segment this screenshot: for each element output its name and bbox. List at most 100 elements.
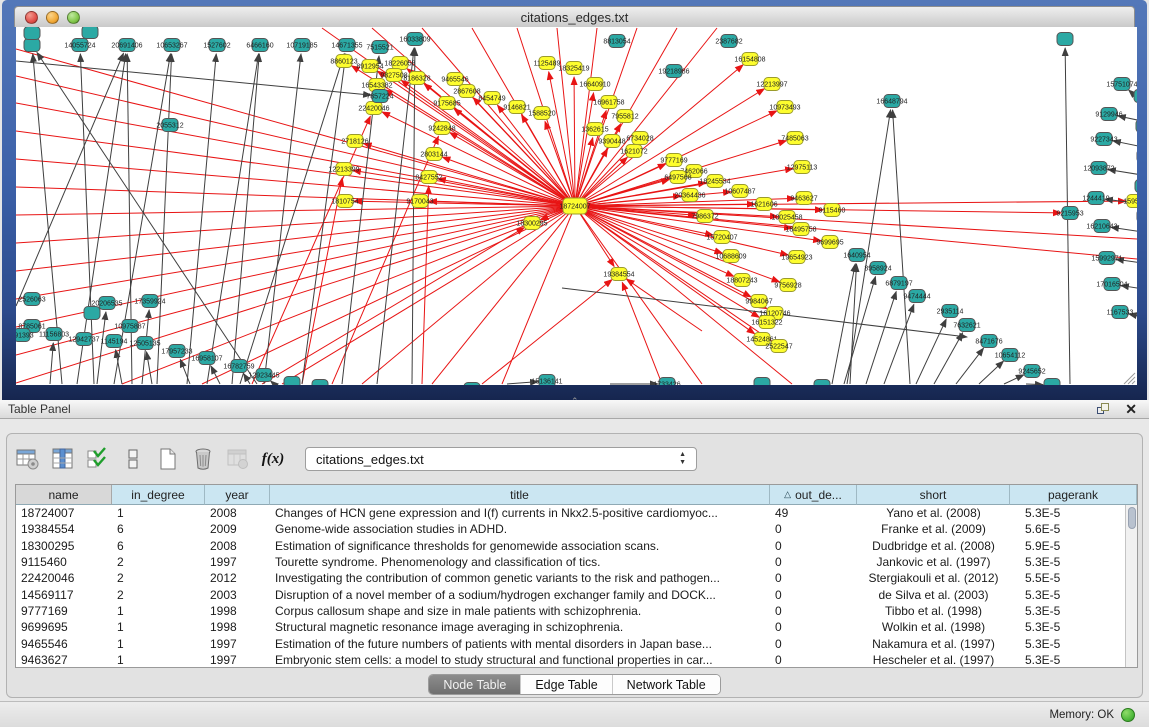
cell-name[interactable]: 9465546 xyxy=(16,635,112,651)
cell-short[interactable]: Hescheler et al. (1997) xyxy=(857,652,1010,667)
citation-edge-red[interactable] xyxy=(482,280,612,384)
cell-out_degree[interactable]: 0 xyxy=(770,554,857,570)
show-column-button[interactable] xyxy=(50,446,76,472)
cell-pagerank[interactable]: 5.3E-5 xyxy=(1010,619,1125,635)
column-header-short[interactable]: short xyxy=(857,485,1010,505)
cell-out_degree[interactable]: 0 xyxy=(770,521,857,537)
citation-edge-black[interactable] xyxy=(847,110,891,384)
cell-out_degree[interactable]: 0 xyxy=(770,538,857,554)
cell-year[interactable]: 2008 xyxy=(205,538,270,554)
cell-year[interactable]: 2012 xyxy=(205,570,270,586)
cell-in_degree[interactable]: 1 xyxy=(112,505,205,521)
cell-pagerank[interactable]: 5.5E-5 xyxy=(1010,570,1125,586)
cell-title[interactable]: Disruption of a novel member of a sodium… xyxy=(270,586,770,602)
column-header-name[interactable]: name xyxy=(16,485,112,505)
cell-out_degree[interactable]: 0 xyxy=(770,603,857,619)
citation-edge-black[interactable] xyxy=(866,292,896,384)
cell-title[interactable]: Investigating the contribution of common… xyxy=(270,570,770,586)
citation-edge-red[interactable] xyxy=(16,206,575,383)
citation-edge-black[interactable] xyxy=(207,54,259,384)
cell-pagerank[interactable]: 5.3E-5 xyxy=(1010,603,1125,619)
cell-year[interactable]: 2009 xyxy=(205,521,270,537)
function-builder-button[interactable]: f(x) xyxy=(260,446,286,472)
cell-out_degree[interactable]: 0 xyxy=(770,652,857,667)
citing-node[interactable] xyxy=(84,307,100,320)
delete-table-button[interactable] xyxy=(190,446,216,472)
table-selector-dropdown[interactable]: citations_edges.txt ▲▼ xyxy=(305,447,697,471)
column-header-title[interactable]: title xyxy=(270,485,770,505)
citation-edge-black[interactable] xyxy=(16,61,371,95)
cell-pagerank[interactable]: 5.3E-5 xyxy=(1010,505,1125,521)
citation-edge-red[interactable] xyxy=(450,133,575,206)
citation-edge-black[interactable] xyxy=(412,48,415,384)
cell-out_degree[interactable]: 0 xyxy=(770,570,857,586)
cell-year[interactable]: 1997 xyxy=(205,652,270,667)
table-row[interactable]: 1830029562008Estimation of significance … xyxy=(16,538,1125,554)
citing-node[interactable] xyxy=(1057,33,1073,46)
cell-short[interactable]: Tibbo et al. (1998) xyxy=(857,603,1010,619)
citation-edge-red[interactable] xyxy=(575,28,717,206)
cell-out_degree[interactable]: 0 xyxy=(770,586,857,602)
citation-edge-black[interactable] xyxy=(916,319,946,384)
cell-out_degree[interactable]: 49 xyxy=(770,505,857,521)
table-row[interactable]: 911546021997Tourette syndrome. Phenomeno… xyxy=(16,554,1125,570)
citation-edge-black[interactable] xyxy=(832,264,855,384)
cell-year[interactable]: 1997 xyxy=(205,635,270,651)
citation-edge-red[interactable] xyxy=(353,170,575,206)
cell-name[interactable]: 18300295 xyxy=(16,538,112,554)
cell-short[interactable]: Stergiakouli et al. (2012) xyxy=(857,570,1010,586)
citation-edge-red[interactable] xyxy=(302,178,342,384)
cell-title[interactable]: Changes of HCN gene expression and I(f) … xyxy=(270,505,770,521)
citation-edge-red[interactable] xyxy=(575,206,1137,239)
cell-year[interactable]: 1998 xyxy=(205,619,270,635)
tab-node-table[interactable]: Node Table xyxy=(429,675,521,694)
citing-node[interactable] xyxy=(1135,180,1137,193)
column-header-in_degree[interactable]: in_degree xyxy=(112,485,205,505)
cell-title[interactable]: Corpus callosum shape and size in male p… xyxy=(270,603,770,619)
citing-node[interactable] xyxy=(754,378,770,386)
table-row[interactable]: 969969511998Structural magnetic resonanc… xyxy=(16,619,1125,635)
citation-edge-black[interactable] xyxy=(979,361,1003,384)
column-header-pagerank[interactable]: pagerank xyxy=(1010,485,1137,505)
citation-edge-red[interactable] xyxy=(282,206,575,384)
cell-in_degree[interactable]: 1 xyxy=(112,619,205,635)
citing-node[interactable] xyxy=(1044,379,1060,386)
tab-edge-table[interactable]: Edge Table xyxy=(521,675,612,694)
citation-edge-red[interactable] xyxy=(575,206,788,255)
citation-edge-red[interactable] xyxy=(502,206,575,384)
citation-edge-black[interactable] xyxy=(114,54,170,384)
cell-name[interactable]: 22420046 xyxy=(16,570,112,586)
citation-edge-black[interactable] xyxy=(127,54,132,384)
cell-name[interactable]: 18724007 xyxy=(16,505,112,521)
cell-year[interactable]: 1997 xyxy=(205,554,270,570)
cell-in_degree[interactable]: 2 xyxy=(112,554,205,570)
citation-edge-black[interactable] xyxy=(934,333,963,384)
citation-edge-black[interactable] xyxy=(97,312,106,384)
table-panel-titlebar[interactable]: Table Panel ⌃ ✕ xyxy=(0,400,1149,419)
cell-in_degree[interactable]: 2 xyxy=(112,586,205,602)
cell-name[interactable]: 9699695 xyxy=(16,619,112,635)
cell-in_degree[interactable]: 1 xyxy=(112,635,205,651)
citing-node[interactable] xyxy=(24,27,40,40)
citation-edge-red[interactable] xyxy=(202,206,575,384)
cell-year[interactable]: 2003 xyxy=(205,586,270,602)
cell-short[interactable]: Yano et al. (2008) xyxy=(857,505,1010,521)
table-row[interactable]: 1938455462009Genome-wide association stu… xyxy=(16,521,1125,537)
cell-title[interactable]: Estimation of the future numbers of pati… xyxy=(270,635,770,651)
table-settings-button[interactable] xyxy=(15,446,41,472)
citation-edge-black[interactable] xyxy=(211,366,220,384)
cell-in_degree[interactable]: 1 xyxy=(112,652,205,667)
cell-pagerank[interactable]: 5.3E-5 xyxy=(1010,586,1125,602)
cell-short[interactable]: Dudbridge et al. (2008) xyxy=(857,538,1010,554)
cell-title[interactable]: Tourette syndrome. Phenomenology and cla… xyxy=(270,554,770,570)
network-window-titlebar[interactable]: citations_edges.txt xyxy=(14,6,1135,27)
cell-short[interactable]: de Silva et al. (2003) xyxy=(857,586,1010,602)
cell-year[interactable]: 1998 xyxy=(205,603,270,619)
table-row[interactable]: 2242004622012Investigating the contribut… xyxy=(16,570,1125,586)
citing-node[interactable] xyxy=(24,39,40,52)
citing-node[interactable] xyxy=(1136,120,1137,133)
float-panel-icon[interactable] xyxy=(1097,403,1111,415)
cell-short[interactable]: Nakamura et al. (1997) xyxy=(857,635,1010,651)
citation-edge-black[interactable] xyxy=(1004,375,1024,384)
citation-edge-black[interactable] xyxy=(956,348,984,384)
